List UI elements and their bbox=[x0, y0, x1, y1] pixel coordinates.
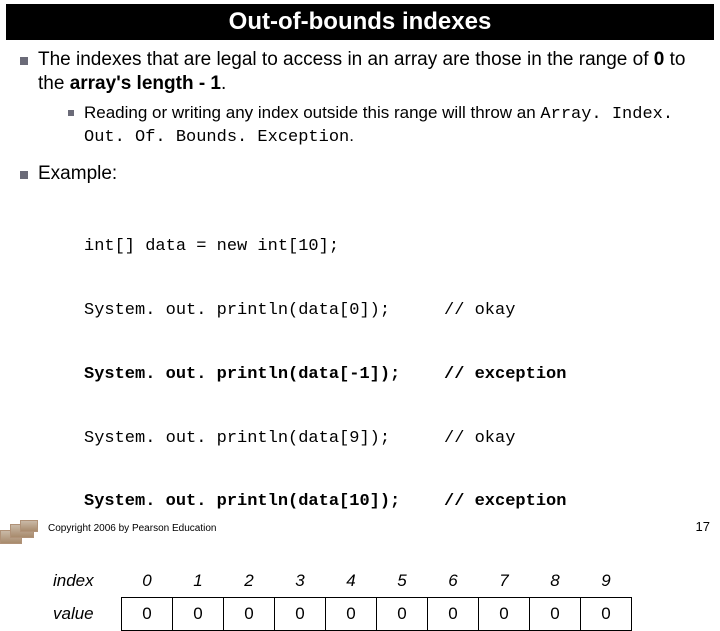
code-line: System. out. println(data[-1]); bbox=[84, 364, 444, 385]
array-table: index 0 1 2 3 4 5 6 7 8 9 value 0 0 0 0 … bbox=[52, 565, 632, 631]
bullet-text: Reading or writing any index outside thi… bbox=[84, 102, 700, 149]
bullet-sub: Reading or writing any index outside thi… bbox=[68, 102, 700, 149]
page-number: 17 bbox=[696, 519, 710, 534]
text-bold: 0 bbox=[654, 49, 665, 70]
code-line: System. out. println(data[10]); bbox=[84, 491, 444, 512]
index-row: index 0 1 2 3 4 5 6 7 8 9 bbox=[52, 565, 632, 598]
bullet-text: The indexes that are legal to access in … bbox=[38, 48, 700, 96]
index-cell: 6 bbox=[428, 565, 479, 598]
code-line: System. out. println(data[0]); bbox=[84, 300, 444, 321]
text: The indexes that are legal to access in … bbox=[38, 49, 654, 70]
text: . bbox=[221, 73, 226, 94]
index-cell: 1 bbox=[173, 565, 224, 598]
code-line: int[] data = new int[10]; bbox=[84, 236, 444, 257]
bullet-icon bbox=[20, 171, 28, 179]
value-cell: 0 bbox=[173, 598, 224, 631]
bullet-icon bbox=[68, 110, 74, 116]
index-cell: 8 bbox=[530, 565, 581, 598]
index-cell: 2 bbox=[224, 565, 275, 598]
code-comment: // okay bbox=[444, 428, 515, 449]
slide-body: The indexes that are legal to access in … bbox=[0, 40, 720, 631]
copyright-footer: Copyright 2006 by Pearson Education bbox=[48, 523, 216, 534]
text: Reading or writing any index outside thi… bbox=[84, 103, 540, 122]
bullet-icon bbox=[20, 57, 28, 65]
value-cell: 0 bbox=[326, 598, 377, 631]
value-cell: 0 bbox=[275, 598, 326, 631]
value-row: value 0 0 0 0 0 0 0 0 0 0 bbox=[52, 598, 632, 631]
bullet-intro: The indexes that are legal to access in … bbox=[20, 48, 700, 96]
value-cell: 0 bbox=[377, 598, 428, 631]
value-cell: 0 bbox=[530, 598, 581, 631]
value-cell: 0 bbox=[224, 598, 275, 631]
value-label: value bbox=[52, 598, 122, 631]
index-label: index bbox=[52, 565, 122, 598]
value-cell: 0 bbox=[428, 598, 479, 631]
bullet-example: Example: bbox=[20, 162, 700, 186]
code-comment: // exception bbox=[444, 491, 566, 512]
text: . bbox=[349, 126, 354, 145]
code-comment: // exception bbox=[444, 364, 566, 385]
corner-decoration bbox=[0, 518, 40, 544]
text-bold: array's length - 1 bbox=[70, 73, 221, 94]
value-cell: 0 bbox=[122, 598, 173, 631]
array-diagram: index 0 1 2 3 4 5 6 7 8 9 value 0 0 0 0 … bbox=[52, 565, 700, 631]
value-cell: 0 bbox=[581, 598, 632, 631]
index-cell: 4 bbox=[326, 565, 377, 598]
bullet-text: Example: bbox=[38, 162, 117, 186]
index-cell: 0 bbox=[122, 565, 173, 598]
index-cell: 3 bbox=[275, 565, 326, 598]
index-cell: 5 bbox=[377, 565, 428, 598]
value-cell: 0 bbox=[479, 598, 530, 631]
index-cell: 9 bbox=[581, 565, 632, 598]
code-block: int[] data = new int[10]; System. out. p… bbox=[84, 194, 700, 555]
index-cell: 7 bbox=[479, 565, 530, 598]
code-line: System. out. println(data[9]); bbox=[84, 428, 444, 449]
code-comment: // okay bbox=[444, 300, 515, 321]
slide-title: Out-of-bounds indexes bbox=[6, 4, 714, 40]
